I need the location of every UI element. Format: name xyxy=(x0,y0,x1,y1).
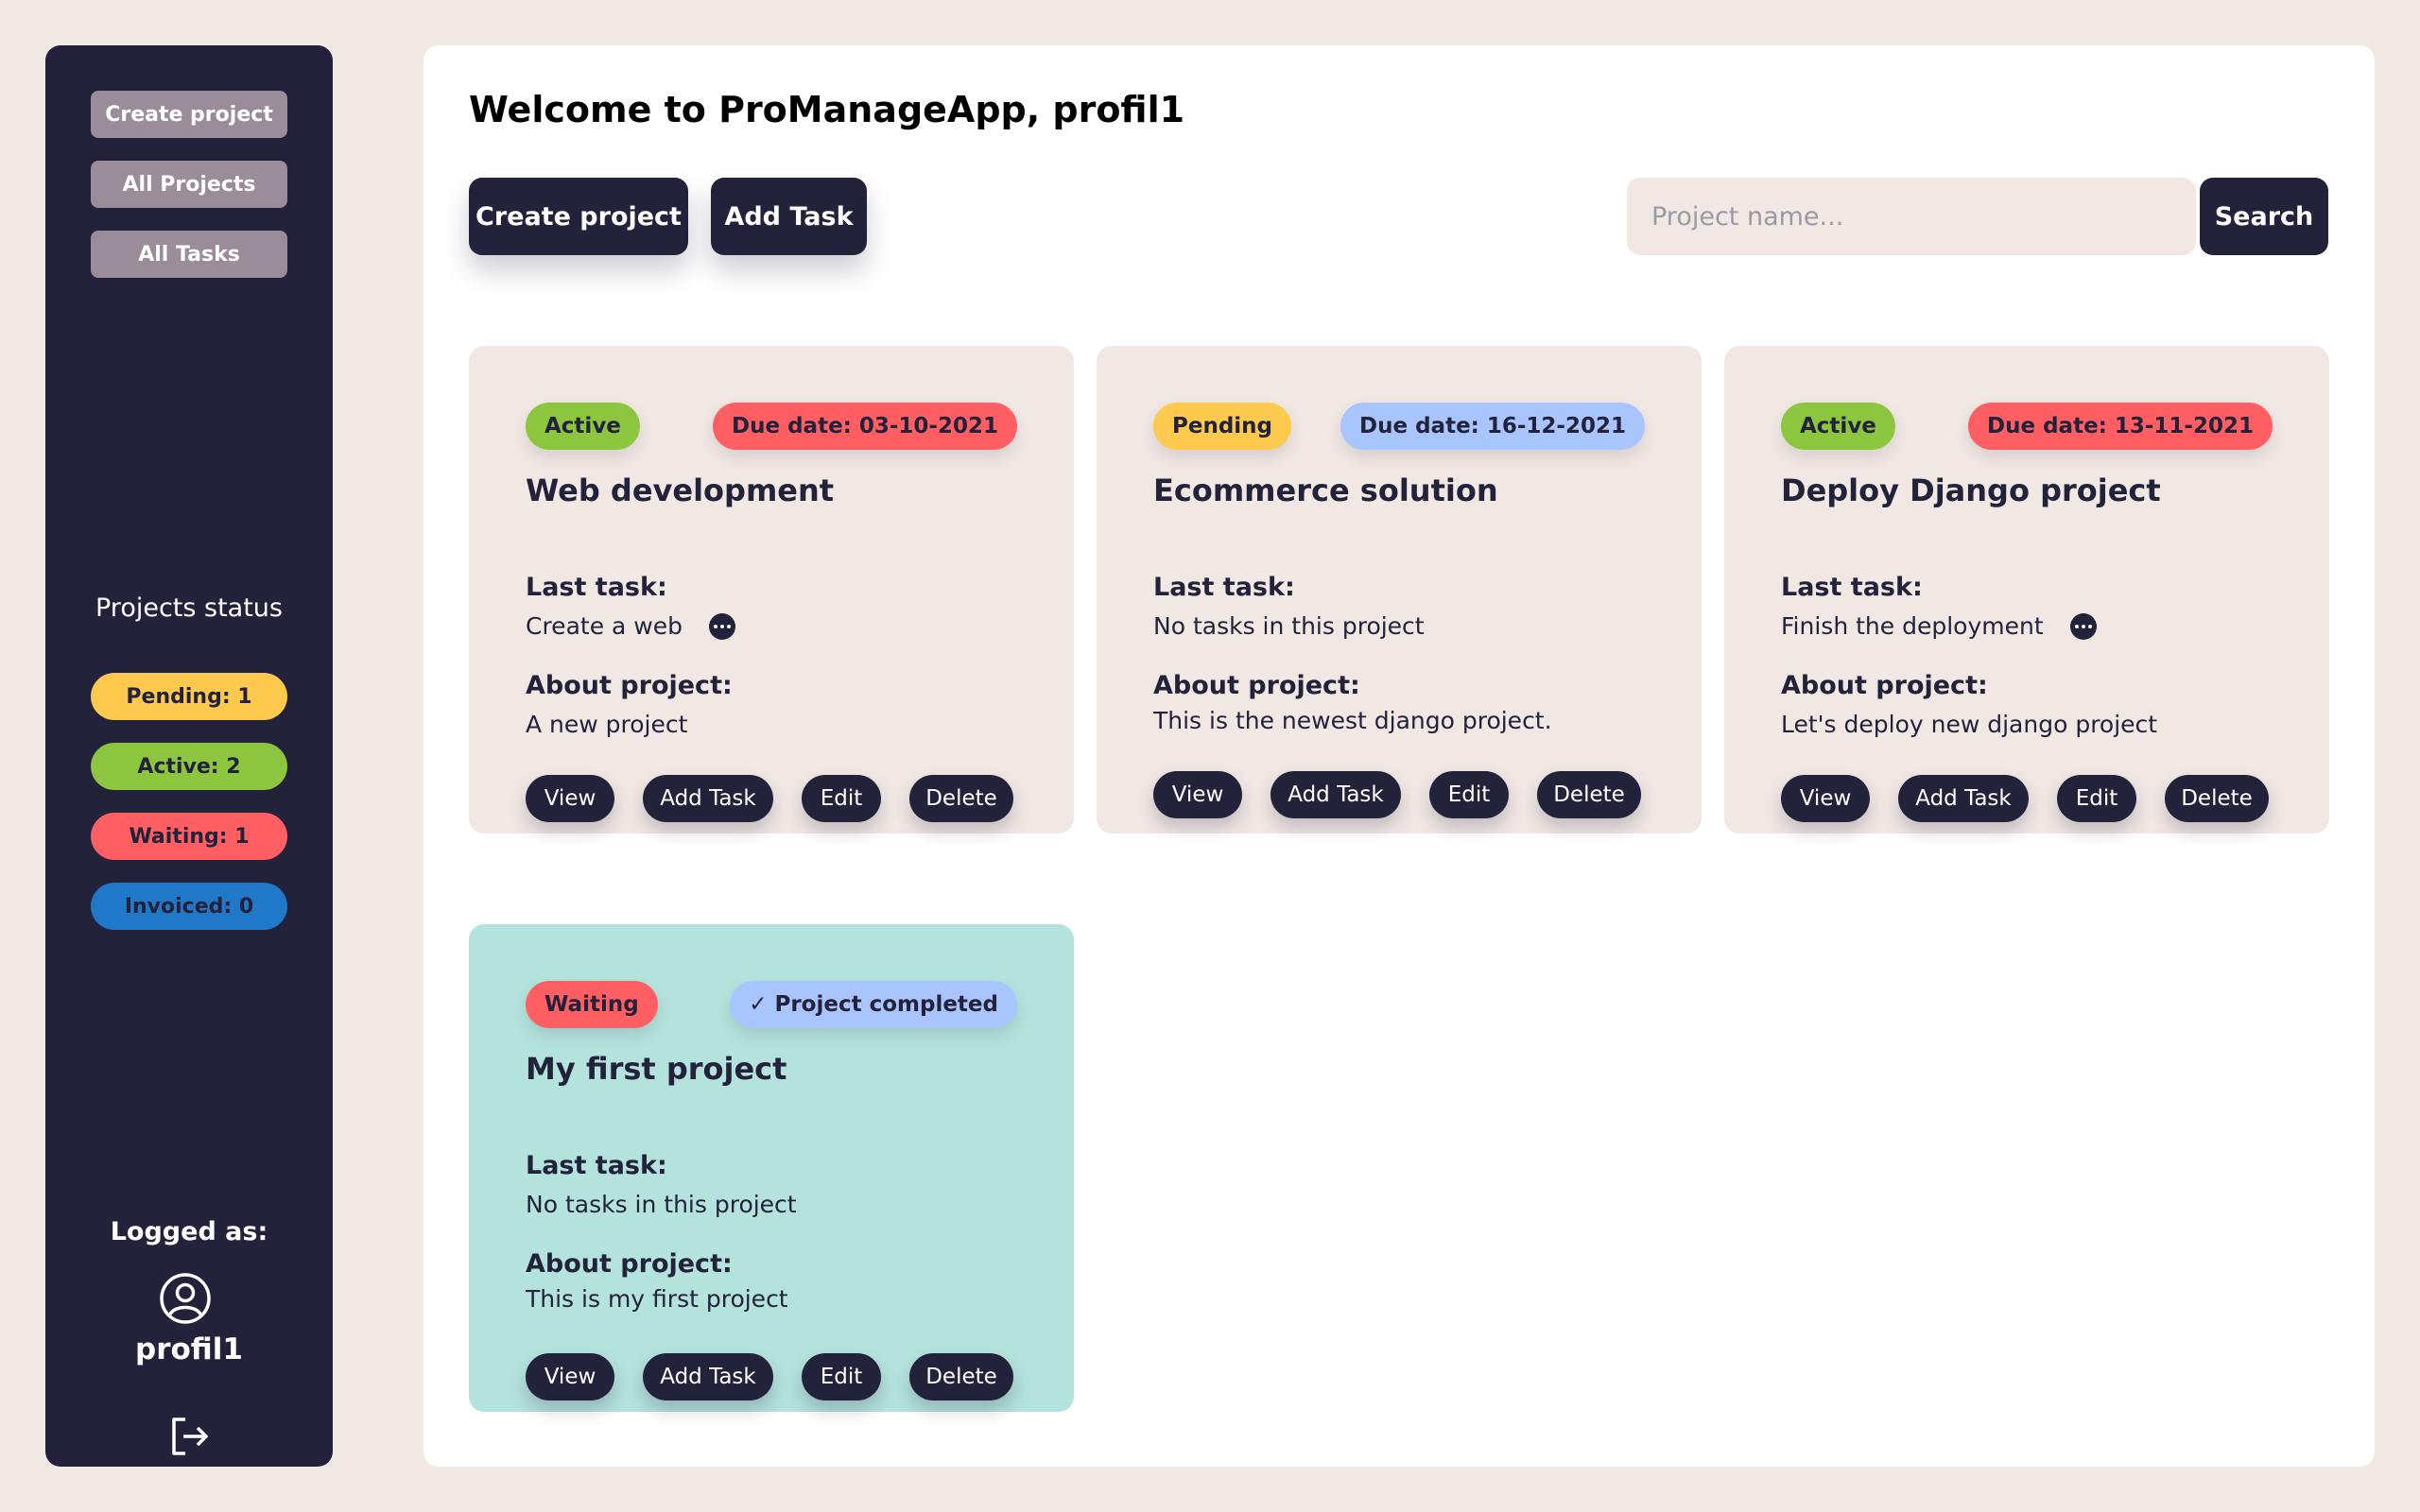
card-add-task-button[interactable]: Add Task xyxy=(643,1353,773,1400)
status-badge: Pending xyxy=(1153,403,1292,450)
last-task-text: Create a web xyxy=(526,612,683,640)
sidebar-all-projects-button[interactable]: All Projects xyxy=(91,161,287,208)
create-project-button[interactable]: Create project xyxy=(469,178,688,255)
project-title: Web development xyxy=(526,472,835,508)
status-pill: Invoiced: 0 xyxy=(91,883,287,930)
due-date-badge: Due date: 16-12-2021 xyxy=(1340,403,1645,450)
card-add-task-button[interactable]: Add Task xyxy=(1898,775,2029,822)
projects-status-title: Projects status xyxy=(95,593,283,623)
last-task-label: Last task: xyxy=(526,573,667,602)
due-date-badge: Due date: 13-11-2021 xyxy=(1968,403,2273,450)
view-button[interactable]: View xyxy=(526,1353,614,1400)
project-card: Active Due date: 13-11-2021 Deploy Djang… xyxy=(1724,346,2329,833)
sidebar-create-project-button[interactable]: Create project xyxy=(91,91,287,138)
last-task-text: No tasks in this project xyxy=(526,1191,797,1218)
edit-button[interactable]: Edit xyxy=(2057,775,2136,822)
delete-button[interactable]: Delete xyxy=(909,775,1013,822)
search-input[interactable] xyxy=(1627,178,2196,255)
card-add-task-button[interactable]: Add Task xyxy=(1270,771,1401,818)
more-options-icon[interactable] xyxy=(2069,612,2097,640)
about-project-text: A new project xyxy=(526,711,688,738)
add-task-button[interactable]: Add Task xyxy=(711,178,867,255)
project-card: Waiting ✓ Project completed My first pro… xyxy=(469,924,1074,1412)
status-badge: Active xyxy=(526,403,640,450)
username: profil1 xyxy=(135,1332,243,1366)
search-button[interactable]: Search xyxy=(2200,178,2328,255)
last-task-row: Create a web xyxy=(526,612,735,640)
about-project-text: This is the newest django project. xyxy=(1153,707,1552,734)
edit-button[interactable]: Edit xyxy=(802,775,881,822)
user-circle-icon xyxy=(160,1273,211,1324)
about-project-label: About project: xyxy=(526,1249,733,1279)
more-options-icon[interactable] xyxy=(708,612,735,640)
view-button[interactable]: View xyxy=(1153,771,1242,818)
delete-button[interactable]: Delete xyxy=(909,1353,1013,1400)
last-task-text: No tasks in this project xyxy=(1153,612,1425,640)
due-date-badge: Due date: 03-10-2021 xyxy=(713,403,1017,450)
last-task-label: Last task: xyxy=(526,1151,667,1180)
about-project-text: This is my first project xyxy=(526,1285,788,1313)
project-title: Ecommerce solution xyxy=(1153,472,1498,508)
project-title: Deploy Django project xyxy=(1781,472,2161,508)
logged-as-label: Logged as: xyxy=(110,1217,268,1246)
about-project-label: About project: xyxy=(526,671,733,700)
project-card: Pending Due date: 16-12-2021 Ecommerce s… xyxy=(1097,346,1702,833)
last-task-text: Finish the deployment xyxy=(1781,612,2044,640)
view-button[interactable]: View xyxy=(1781,775,1870,822)
edit-button[interactable]: Edit xyxy=(802,1353,881,1400)
delete-button[interactable]: Delete xyxy=(1537,771,1641,818)
last-task-row: No tasks in this project xyxy=(1153,612,1425,640)
project-title: My first project xyxy=(526,1051,787,1087)
last-task-row: No tasks in this project xyxy=(526,1191,797,1218)
card-add-task-button[interactable]: Add Task xyxy=(643,775,773,822)
edit-button[interactable]: Edit xyxy=(1429,771,1509,818)
last-task-label: Last task: xyxy=(1153,573,1295,602)
status-pill: Active: 2 xyxy=(91,743,287,790)
sidebar-all-tasks-button[interactable]: All Tasks xyxy=(91,231,287,278)
about-project-label: About project: xyxy=(1153,671,1360,700)
about-project-text: Let's deploy new django project xyxy=(1781,711,2158,738)
project-card: Active Due date: 03-10-2021 Web developm… xyxy=(469,346,1074,833)
sidebar: Create project All Projects All Tasks Pr… xyxy=(45,45,333,1467)
page-title: Welcome to ProManageApp, profil1 xyxy=(469,89,1185,130)
status-pill: Waiting: 1 xyxy=(91,813,287,860)
last-task-label: Last task: xyxy=(1781,573,1923,602)
about-project-label: About project: xyxy=(1781,671,1988,700)
status-badge: Waiting xyxy=(526,981,658,1028)
delete-button[interactable]: Delete xyxy=(2165,775,2269,822)
main-panel: Welcome to ProManageApp, profil1 Create … xyxy=(424,45,2375,1467)
logout-icon[interactable] xyxy=(166,1414,212,1459)
status-badge: Active xyxy=(1781,403,1895,450)
completed-badge: ✓ Project completed xyxy=(730,981,1017,1028)
view-button[interactable]: View xyxy=(526,775,614,822)
status-pill: Pending: 1 xyxy=(91,673,287,720)
last-task-row: Finish the deployment xyxy=(1781,612,2097,640)
